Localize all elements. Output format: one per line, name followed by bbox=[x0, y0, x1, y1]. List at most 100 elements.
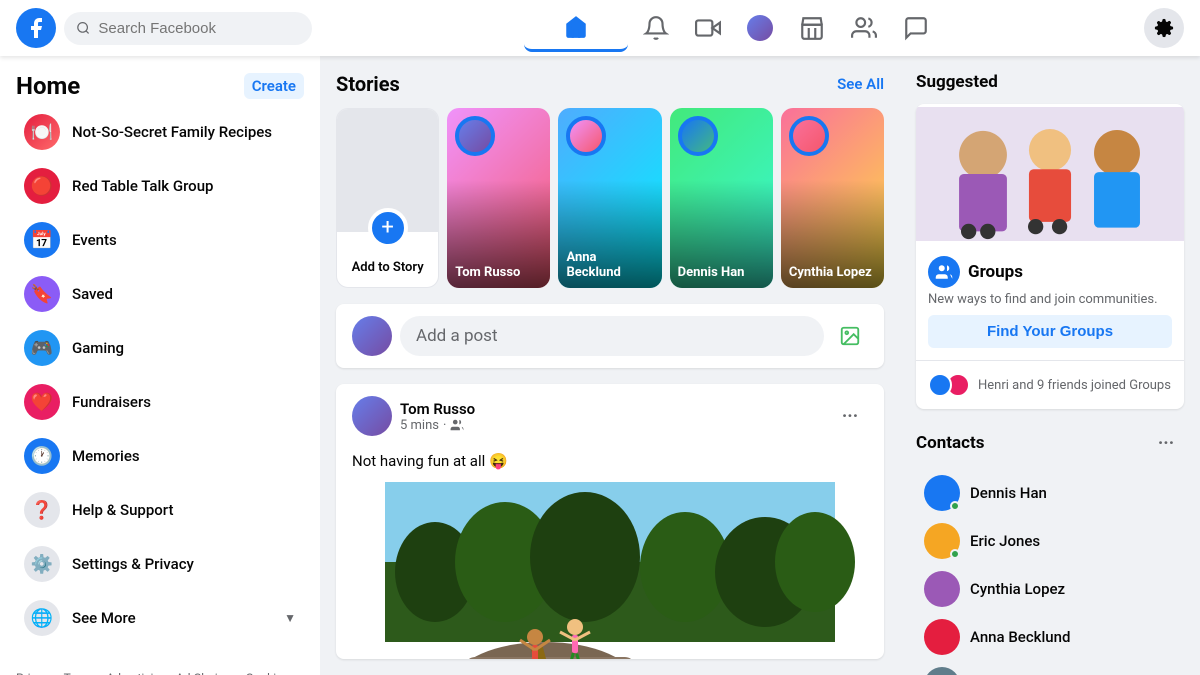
contacts-more-btn[interactable]: ··· bbox=[1148, 425, 1184, 461]
add-post-input[interactable]: Add a post bbox=[400, 316, 824, 356]
story-dennis-han[interactable]: Dennis Han bbox=[670, 108, 773, 288]
shop-icon bbox=[799, 15, 825, 41]
nav-people-btn[interactable] bbox=[840, 4, 888, 52]
groups-name: Groups bbox=[968, 262, 1023, 282]
settings-btn[interactable] bbox=[1144, 8, 1184, 48]
contacts-title: Contacts bbox=[916, 433, 984, 453]
story-avatar bbox=[789, 116, 829, 156]
sidebar-item-label: Settings & Privacy bbox=[72, 555, 194, 573]
events-icon: 📅 bbox=[24, 222, 60, 258]
sidebar: Home Create 🍽️ Not-So-Secret Family Reci… bbox=[0, 56, 320, 675]
groups-people-icon bbox=[935, 263, 953, 281]
contact-name: Anna Becklund bbox=[970, 628, 1070, 646]
story-name: Cynthia Lopez bbox=[789, 265, 876, 280]
story-name: Tom Russo bbox=[455, 265, 542, 280]
sidebar-footer: Privacy · Terms · Advertising · Ad Choic… bbox=[0, 652, 320, 675]
nav-bell-btn[interactable] bbox=[632, 4, 680, 52]
groups-description: New ways to find and join communities. bbox=[928, 292, 1172, 307]
story-name: Anna Becklund bbox=[566, 250, 653, 280]
sidebar-item-settings[interactable]: ⚙️ Settings & Privacy bbox=[8, 538, 312, 590]
story-avatar bbox=[455, 116, 495, 156]
photo-icon bbox=[839, 325, 861, 347]
people-icon bbox=[851, 15, 877, 41]
sidebar-item-red-table[interactable]: 🔴 Red Table Talk Group bbox=[8, 160, 312, 212]
story-cynthia-lopez[interactable]: Cynthia Lopez bbox=[781, 108, 884, 288]
sidebar-item-label: Saved bbox=[72, 285, 113, 303]
messenger-icon bbox=[903, 15, 929, 41]
post-image-svg bbox=[336, 482, 884, 659]
groups-icon bbox=[928, 256, 960, 288]
find-groups-button[interactable]: Find Your Groups bbox=[928, 315, 1172, 348]
contact-item[interactable]: Eric Jones bbox=[916, 517, 1184, 565]
top-nav bbox=[0, 0, 1200, 56]
sidebar-item-family-recipes[interactable]: 🍽️ Not-So-Secret Family Recipes bbox=[8, 106, 312, 158]
stories-title: Stories bbox=[336, 72, 400, 96]
contact-avatar bbox=[924, 667, 960, 675]
sidebar-item-label: Memories bbox=[72, 447, 140, 465]
groups-banner bbox=[916, 104, 1184, 244]
saved-icon: 🔖 bbox=[24, 276, 60, 312]
post-author-name[interactable]: Tom Russo bbox=[400, 400, 475, 418]
video-icon bbox=[695, 15, 721, 41]
contact-avatar bbox=[924, 571, 960, 607]
sidebar-item-see-more[interactable]: 🌐 See More ▼ bbox=[8, 592, 312, 644]
nav-home-btn[interactable] bbox=[524, 4, 628, 52]
search-icon bbox=[76, 20, 90, 36]
see-all-button[interactable]: See All bbox=[837, 75, 884, 93]
add-story-label: Add to Story bbox=[352, 260, 424, 275]
contact-item[interactable]: Anna Becklund bbox=[916, 613, 1184, 661]
post-image bbox=[336, 482, 884, 659]
fundraisers-icon: ❤️ bbox=[24, 384, 60, 420]
sidebar-title: Home bbox=[16, 72, 80, 100]
facebook-logo[interactable] bbox=[16, 8, 56, 48]
main-layout: Home Create 🍽️ Not-So-Secret Family Reci… bbox=[0, 56, 1200, 675]
contact-item[interactable]: Dennis Han bbox=[916, 469, 1184, 517]
add-story-card[interactable]: + Add to Story bbox=[336, 108, 439, 288]
sidebar-item-help[interactable]: ❓ Help & Support bbox=[8, 484, 312, 536]
sidebar-item-label: Help & Support bbox=[72, 501, 173, 519]
story-avatar bbox=[678, 116, 718, 156]
photo-video-btn[interactable] bbox=[832, 318, 868, 354]
help-icon: ❓ bbox=[24, 492, 60, 528]
sidebar-item-saved[interactable]: 🔖 Saved bbox=[8, 268, 312, 320]
gaming-icon: 🎮 bbox=[24, 330, 60, 366]
sidebar-item-fundraisers[interactable]: ❤️ Fundraisers bbox=[8, 376, 312, 428]
post-more-btn[interactable]: ··· bbox=[832, 398, 868, 434]
contact-avatar bbox=[924, 619, 960, 655]
bell-icon bbox=[643, 15, 669, 41]
story-anna-becklund[interactable]: Anna Becklund bbox=[558, 108, 661, 288]
sidebar-item-label: See More bbox=[72, 609, 272, 627]
story-tom-russo[interactable]: Tom Russo bbox=[447, 108, 550, 288]
sidebar-item-label: Red Table Talk Group bbox=[72, 177, 213, 195]
search-bar[interactable] bbox=[64, 12, 312, 45]
nav-right bbox=[1128, 8, 1184, 48]
post-user-avatar bbox=[352, 316, 392, 356]
post-text: Not having fun at all 😝 bbox=[336, 448, 884, 482]
friends-icon bbox=[450, 418, 464, 432]
add-post-card: Add a post bbox=[336, 304, 884, 368]
sidebar-item-events[interactable]: 📅 Events bbox=[8, 214, 312, 266]
post-author-info: Tom Russo 5 mins · bbox=[352, 396, 475, 436]
nav-messenger-btn[interactable] bbox=[892, 4, 940, 52]
contact-name: Dennis Han bbox=[970, 484, 1047, 502]
post-card: Tom Russo 5 mins · ··· Not having fun at… bbox=[336, 384, 884, 659]
sidebar-item-label: Not-So-Secret Family Recipes bbox=[72, 123, 272, 141]
home-icon bbox=[563, 14, 589, 40]
contact-item[interactable]: Cynthia Lopez bbox=[916, 565, 1184, 613]
sidebar-item-gaming[interactable]: 🎮 Gaming bbox=[8, 322, 312, 374]
sidebar-item-memories[interactable]: 🕐 Memories bbox=[8, 430, 312, 482]
post-header: Tom Russo 5 mins · ··· bbox=[336, 384, 884, 448]
create-button[interactable]: Create bbox=[244, 73, 304, 99]
family-recipes-icon: 🍽️ bbox=[24, 114, 60, 150]
friends-joined-row: Henri and 9 friends joined Groups bbox=[916, 360, 1184, 409]
nav-shop-btn[interactable] bbox=[788, 4, 836, 52]
settings-icon bbox=[1154, 18, 1174, 38]
nav-video-btn[interactable] bbox=[684, 4, 732, 52]
stories-row: + Add to Story Tom Russo Anna Becklun bbox=[336, 108, 884, 288]
friends-joined-text: Henri and 9 friends joined Groups bbox=[978, 378, 1171, 393]
contact-item[interactable]: Aiden Brown bbox=[916, 661, 1184, 675]
search-input[interactable] bbox=[98, 20, 300, 37]
nav-profile-btn[interactable] bbox=[736, 4, 784, 52]
memories-icon: 🕐 bbox=[24, 438, 60, 474]
groups-card: Groups New ways to find and join communi… bbox=[916, 104, 1184, 409]
